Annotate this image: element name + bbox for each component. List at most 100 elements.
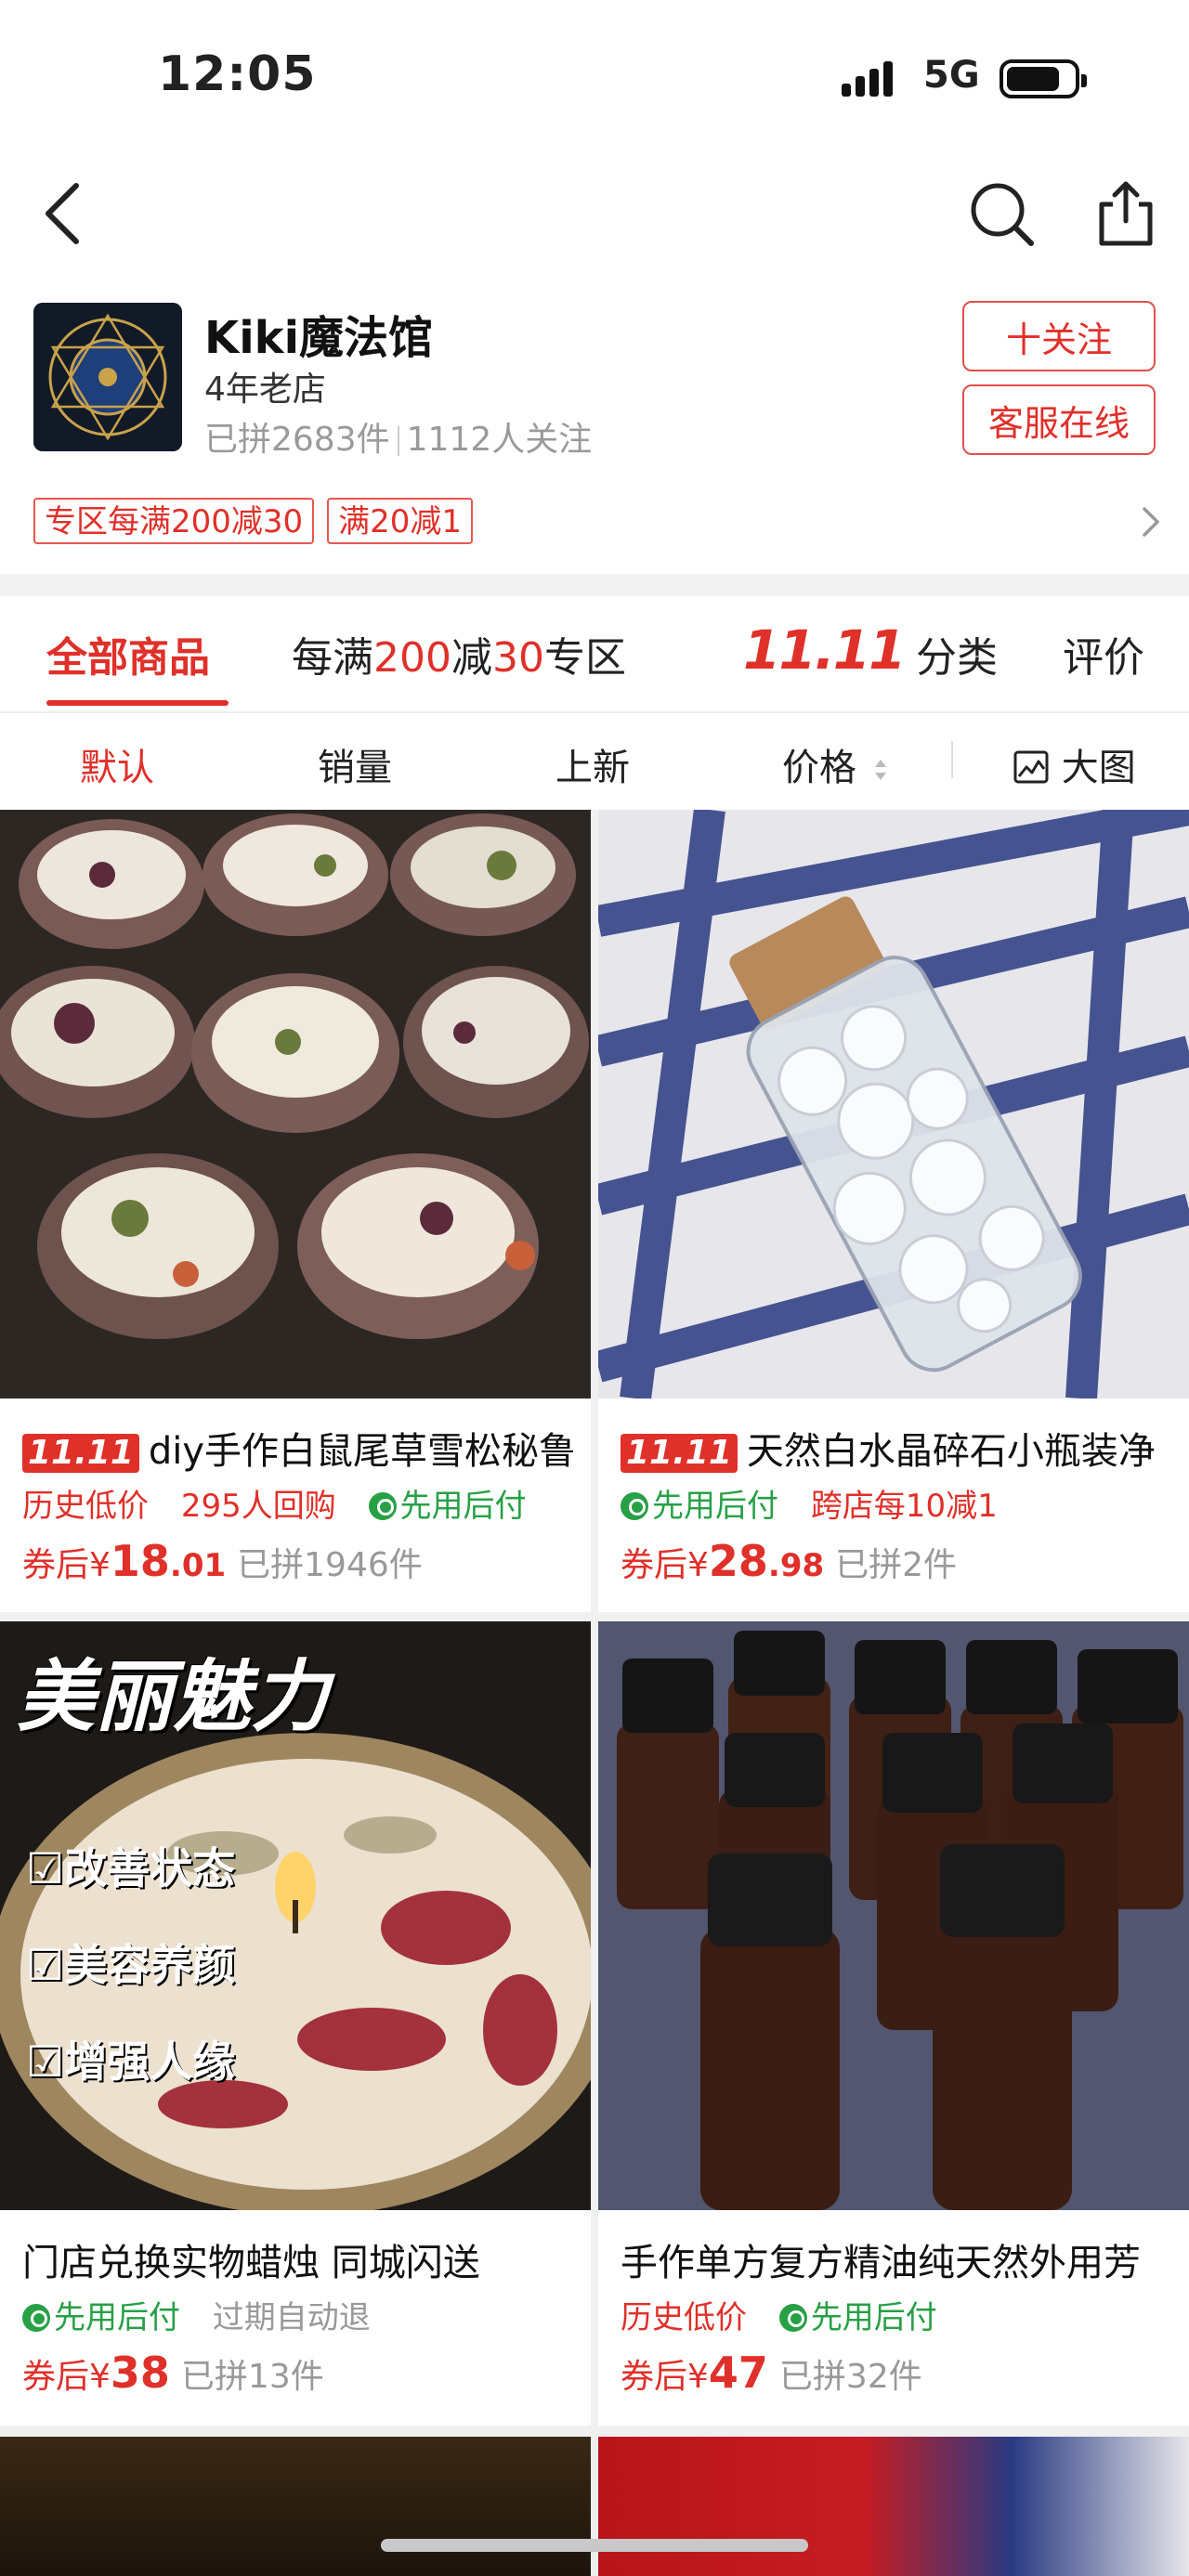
tab-promo-prefix: 每满 — [292, 634, 373, 682]
tag-pay-later-text: 先用后付 — [810, 2299, 937, 2336]
image-headline: 美丽魅力 — [17, 1651, 330, 1742]
follow-button[interactable]: 十关注 — [962, 301, 1156, 371]
sort-divider — [951, 741, 953, 778]
price-integer: 18 — [110, 1536, 170, 1586]
product-title-text: 门店兑换实物蜡烛 同城闪送 — [22, 2242, 480, 2284]
product-price: 券后¥28.98 已拼2件 — [621, 1536, 957, 1586]
checklist-item: ☑美容养颜 — [26, 1940, 236, 1990]
shop-header: Kiki魔法馆 4年老店 已拼2683件 1112人关注 十关注 客服在线 专区每… — [0, 297, 1189, 576]
price-prefix: 券后¥ — [22, 1546, 111, 1584]
tab-promo-suffix: 专区 — [543, 634, 626, 682]
tab-double-eleven[interactable]: 11.11 — [743, 618, 906, 682]
tag-pay-later-text: 先用后付 — [54, 2299, 180, 2336]
tab-reviews[interactable]: 评价 — [1063, 624, 1144, 683]
sold-count: 已拼2件 — [835, 1546, 958, 1584]
big-image-label: 大图 — [1061, 747, 1136, 789]
back-icon[interactable] — [28, 176, 102, 251]
shop-avatar[interactable] — [33, 303, 182, 451]
product-card[interactable]: 11.11 天然白水晶碎石小瓶装净 先用后付 跨店每10减1 券后¥28.98 已拼… — [598, 810, 1189, 1612]
shop-name: Kiki魔法馆 — [204, 312, 434, 364]
sold-count: 已拼32件 — [778, 2358, 922, 2396]
product-image[interactable]: 美丽魅力 ☑改善状态 ☑美容养颜 ☑增强人缘 — [0, 1621, 591, 2210]
tag-pay-later-text: 先用后付 — [399, 1488, 527, 1525]
product-title[interactable]: 门店兑换实物蜡烛 同城闪送 — [22, 2232, 576, 2286]
signal-icon — [842, 61, 893, 97]
product-card[interactable] — [598, 2437, 1189, 2576]
shop-logo-icon — [33, 303, 182, 451]
status-bar: 12:05 5G — [0, 0, 1189, 149]
product-card[interactable]: 美丽魅力 ☑改善状态 ☑美容养颜 ☑增强人缘 门店兑换实物蜡烛 同城闪送 先用后… — [0, 1621, 591, 2426]
product-tags: 历史低价 295人回购 先用后付 — [22, 1480, 549, 1526]
product-card[interactable] — [0, 2437, 591, 2576]
product-image[interactable] — [598, 810, 1189, 1399]
double-eleven-badge: 11.11 — [22, 1434, 139, 1473]
sold-count: 已拼13件 — [180, 2358, 324, 2396]
search-icon[interactable] — [964, 176, 1039, 251]
big-image-toggle[interactable]: 大图 — [1013, 737, 1136, 791]
product-image[interactable] — [0, 810, 591, 1399]
coupon-tag[interactable]: 满20减1 — [327, 498, 474, 544]
product-title[interactable]: 手作单方复方精油纯天然外用芳 — [621, 2232, 1174, 2286]
sort-sales[interactable]: 销量 — [318, 737, 392, 791]
shop-tabs: 全部商品 每满200减30专区 11.11 分类 评价 — [0, 596, 1189, 713]
pay-later-icon — [621, 1492, 648, 1520]
home-indicator[interactable] — [381, 2539, 808, 2552]
shop-follower-count: 1112人关注 — [406, 421, 593, 459]
product-title[interactable]: 11.11 diy手作白鼠尾草雪松秘鲁 — [22, 1421, 576, 1475]
pay-later-icon — [368, 1492, 397, 1520]
tab-category[interactable]: 分类 — [916, 624, 998, 683]
checklist-item: ☑增强人缘 — [26, 2036, 236, 2087]
tag-history-low: 历史低价 — [621, 2299, 747, 2336]
product-tags: 先用后付 过期自动退 — [22, 2292, 393, 2337]
price-integer: 28 — [708, 1536, 768, 1586]
sort-price[interactable]: 价格 — [782, 737, 889, 791]
product-tags: 历史低价 先用后付 — [621, 2292, 960, 2337]
product-price: 券后¥47 已拼32件 — [621, 2348, 922, 2398]
tab-promo-zone[interactable]: 每满200减30专区 — [292, 624, 626, 683]
product-title-text: 手作单方复方精油纯天然外用芳 — [621, 2242, 1141, 2284]
tag-pay-later: 先用后付 — [778, 2299, 937, 2336]
product-image[interactable] — [598, 2437, 1189, 2576]
sort-bar: 默认 销量 上新 价格 大图 — [0, 713, 1189, 808]
image-view-icon — [1013, 750, 1049, 784]
tag-pay-later: 先用后付 — [621, 1488, 778, 1525]
share-icon[interactable] — [1089, 176, 1163, 251]
double-eleven-badge: 11.11 — [621, 1434, 738, 1473]
product-grid: 11.11 diy手作白鼠尾草雪松秘鲁 历史低价 295人回购 先用后付 券后¥1… — [0, 810, 1189, 2576]
price-decimal: .01 — [169, 1547, 227, 1584]
coupon-tag[interactable]: 专区每满200减30 — [33, 498, 315, 544]
coupon-list[interactable]: 专区每满200减30 满20减1 — [33, 498, 474, 544]
customer-service-button[interactable]: 客服在线 — [962, 384, 1156, 455]
sort-price-label: 价格 — [782, 747, 856, 789]
tab-promo-discount: 30 — [491, 634, 544, 682]
product-price: 券后¥18.01 已拼1946件 — [22, 1536, 423, 1586]
price-prefix: 券后¥ — [22, 2358, 111, 2396]
battery-icon — [1000, 59, 1087, 98]
product-card[interactable]: 手作单方复方精油纯天然外用芳 历史低价 先用后付 券后¥47 已拼32件 — [598, 1621, 1189, 2426]
sort-new[interactable]: 上新 — [555, 737, 630, 791]
product-image[interactable] — [598, 1621, 1189, 2210]
product-image[interactable] — [0, 2437, 591, 2576]
status-time: 12:05 — [158, 46, 317, 102]
tag-repurchase: 295人回购 — [180, 1488, 336, 1525]
sold-count: 已拼1946件 — [237, 1546, 423, 1584]
tag-auto-refund: 过期自动退 — [212, 2299, 371, 2336]
sort-default[interactable]: 默认 — [80, 737, 154, 791]
shop-joined-count: 已拼2683件 — [204, 421, 390, 459]
price-prefix: 券后¥ — [621, 2358, 709, 2396]
tab-promo-mid: 减 — [451, 634, 492, 682]
active-tab-indicator — [46, 700, 229, 706]
product-price: 券后¥38 已拼13件 — [22, 2348, 324, 2398]
checklist-item: ☑改善状态 — [26, 1843, 236, 1893]
product-card[interactable]: 11.11 diy手作白鼠尾草雪松秘鲁 历史低价 295人回购 先用后付 券后¥1… — [0, 810, 591, 1612]
image-checklist: ☑改善状态 ☑美容养颜 ☑增强人缘 — [26, 1835, 235, 2089]
tag-history-low: 历史低价 — [22, 1488, 149, 1525]
product-title[interactable]: 11.11 天然白水晶碎石小瓶装净 — [621, 1421, 1174, 1475]
tab-all-products[interactable]: 全部商品 — [46, 624, 210, 683]
product-title-text: diy手作白鼠尾草雪松秘鲁 — [148, 1430, 576, 1473]
sort-arrows-icon — [874, 760, 886, 780]
chevron-right-icon[interactable] — [1137, 503, 1165, 540]
tag-pay-later-text: 先用后付 — [652, 1488, 778, 1525]
product-title-text: 天然白水晶碎石小瓶装净 — [746, 1430, 1156, 1473]
tab-promo-amount: 200 — [373, 634, 451, 682]
